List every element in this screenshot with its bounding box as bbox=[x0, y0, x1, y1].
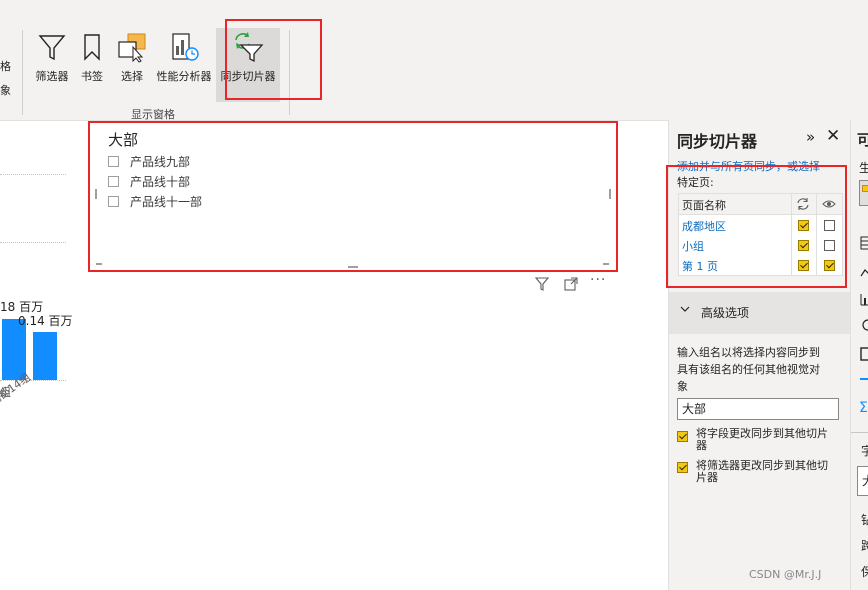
visualizations-pane: 可 生 Σ 字 大 钻 跨 保 bbox=[850, 120, 868, 590]
focus-mode-icon[interactable] bbox=[563, 276, 579, 296]
close-icon[interactable]: ✕ bbox=[826, 126, 840, 146]
filters-button[interactable]: 筛选器 bbox=[32, 30, 72, 102]
pane-title: 同步切片器 bbox=[677, 132, 758, 151]
advanced-options-label: 高级选项 bbox=[701, 306, 750, 320]
data-label: 0.14 百万 bbox=[18, 314, 73, 328]
option-label-line: 片器 bbox=[696, 471, 718, 484]
selection-button[interactable]: 选择 bbox=[116, 30, 148, 102]
performance-analyzer-button[interactable]: 性能分析器 bbox=[153, 30, 215, 102]
ribbon-separator bbox=[22, 30, 23, 115]
map-icon[interactable] bbox=[860, 317, 868, 336]
gridline bbox=[0, 242, 66, 243]
collapse-pane-icon[interactable]: » bbox=[806, 128, 815, 146]
python-visual-icon[interactable] bbox=[860, 378, 868, 380]
filter-icon[interactable] bbox=[534, 276, 550, 296]
fields-label-cut: 字 bbox=[861, 442, 868, 459]
watermark: CSDN @Mr.J.J bbox=[749, 568, 822, 581]
selection-label: 选择 bbox=[121, 70, 143, 83]
sync-field-changes-checkbox[interactable] bbox=[677, 431, 688, 442]
slicer-visual-icon[interactable] bbox=[859, 180, 868, 206]
chevron-down-icon bbox=[679, 303, 691, 318]
bookmarks-button[interactable]: 书签 bbox=[78, 30, 106, 102]
card-visual-icon[interactable] bbox=[860, 346, 868, 365]
divider bbox=[851, 432, 868, 433]
gridline bbox=[0, 174, 66, 175]
bookmarks-label: 书签 bbox=[81, 70, 103, 83]
line-chart-icon[interactable] bbox=[860, 263, 868, 282]
performance-analyzer-icon bbox=[167, 30, 201, 64]
ribbon-left-cut-label: 格 bbox=[0, 60, 11, 73]
selection-icon bbox=[115, 30, 149, 64]
group-description: 输入组名以将选择内容同步到 具有该组名的任何其他视觉对 象 bbox=[677, 344, 820, 395]
group-description-line: 象 bbox=[677, 380, 688, 393]
group-name-input[interactable]: 大部 bbox=[677, 398, 839, 420]
more-options-icon[interactable]: ··· bbox=[590, 272, 606, 288]
sum-icon[interactable]: Σ bbox=[859, 400, 868, 416]
group-description-line: 具有该组名的任何其他视觉对 bbox=[677, 363, 820, 376]
highlight-box bbox=[88, 121, 618, 272]
group-description-line: 输入组名以将选择内容同步到 bbox=[677, 346, 820, 359]
bookmark-icon bbox=[75, 30, 109, 64]
performance-analyzer-label: 性能分析器 bbox=[156, 70, 212, 83]
row-label-cut: 保 bbox=[861, 563, 868, 580]
advanced-options-header[interactable]: 高级选项 bbox=[669, 292, 850, 334]
option-label-line: 器 bbox=[696, 439, 707, 452]
option-label-line: 将字段更改同步到其他切片 bbox=[696, 427, 828, 440]
highlight-box bbox=[666, 165, 847, 288]
pane-title-cut: 可 bbox=[857, 129, 868, 150]
group-label: 显示窗格 bbox=[131, 108, 175, 121]
table-visual-icon[interactable] bbox=[860, 235, 868, 254]
filter-icon bbox=[35, 30, 69, 64]
highlight-box bbox=[225, 19, 322, 100]
ribbon-left-cut-label: 象 bbox=[0, 84, 11, 97]
sync-filter-changes-label: 将筛选器更改同步到其他切 片器 bbox=[696, 460, 828, 484]
build-label-cut: 生 bbox=[859, 159, 868, 176]
sync-field-changes-label: 将字段更改同步到其他切片 器 bbox=[696, 428, 828, 452]
field-well-cut[interactable]: 大 bbox=[857, 466, 868, 496]
chart-bar[interactable] bbox=[33, 332, 57, 380]
ribbon: 格 象 筛选器 书签 选择 性能分析器 同步切片器 显示窗格 bbox=[0, 0, 868, 121]
row-label-cut: 钻 bbox=[861, 511, 868, 528]
row-label-cut: 跨 bbox=[861, 537, 868, 554]
filters-label: 筛选器 bbox=[35, 70, 69, 83]
bar-chart-icon[interactable] bbox=[860, 291, 868, 310]
sync-filter-changes-checkbox[interactable] bbox=[677, 462, 688, 473]
